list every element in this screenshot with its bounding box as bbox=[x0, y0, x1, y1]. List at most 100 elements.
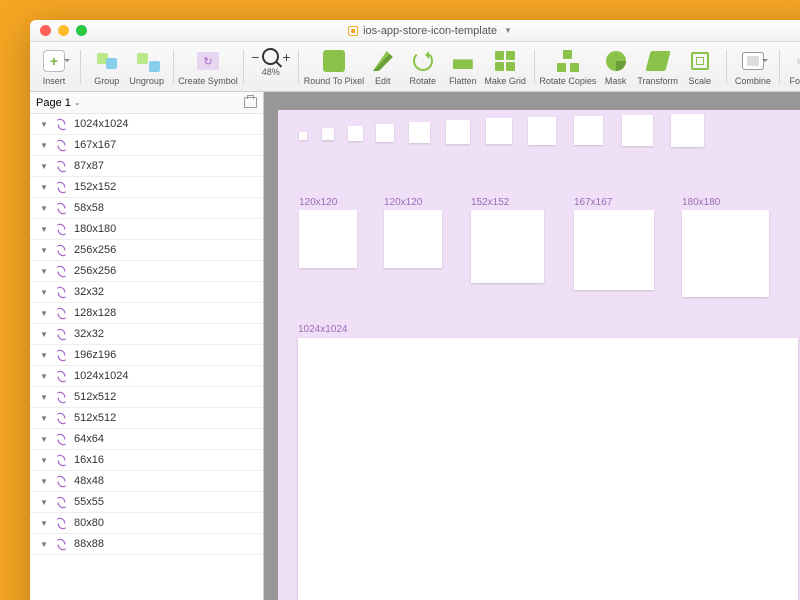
disclosure-triangle-icon[interactable]: ▼ bbox=[40, 120, 48, 129]
disclosure-triangle-icon[interactable]: ▼ bbox=[40, 351, 48, 360]
layer-row[interactable]: ▼ 16x16 bbox=[30, 450, 263, 471]
rotate-button[interactable]: Rotate bbox=[405, 46, 441, 88]
disclosure-triangle-icon[interactable]: ▼ bbox=[40, 288, 48, 297]
artboard-label[interactable]: 120x120 bbox=[384, 197, 422, 208]
transform-button[interactable]: Transform bbox=[638, 46, 678, 88]
artboard-thumb[interactable] bbox=[299, 210, 357, 268]
group-button[interactable]: Group bbox=[89, 46, 125, 88]
artboard-label[interactable]: 180x180 bbox=[682, 197, 720, 208]
layer-row[interactable]: ▼55x55 bbox=[30, 492, 263, 513]
artboard-thumb[interactable] bbox=[348, 126, 363, 141]
artboard-thumb[interactable] bbox=[622, 115, 653, 146]
forward-button[interactable]: Forward bbox=[788, 46, 800, 88]
artboard-thumb[interactable] bbox=[384, 210, 442, 268]
layer-row[interactable]: ▼128x128 bbox=[30, 303, 263, 324]
layer-row[interactable]: ▼32x32 bbox=[30, 282, 263, 303]
artboard-thumb[interactable] bbox=[471, 210, 544, 283]
artboard-label[interactable]: 152x152 bbox=[471, 197, 509, 208]
disclosure-triangle-icon[interactable]: ▼ bbox=[40, 225, 48, 234]
disclosure-triangle-icon[interactable]: ▼ bbox=[40, 393, 48, 402]
titlebar[interactable]: ios-app-store-icon-template ▼ bbox=[30, 20, 800, 42]
artboard-label[interactable]: 1024x1024 bbox=[298, 324, 348, 335]
ungroup-button[interactable]: Ungroup bbox=[129, 46, 165, 88]
artboard-thumb[interactable] bbox=[528, 117, 556, 145]
disclosure-triangle-icon[interactable]: ▼ bbox=[40, 372, 48, 381]
artboard-thumb[interactable] bbox=[322, 128, 334, 140]
round-to-pixel-button[interactable]: Round To Pixel bbox=[307, 46, 361, 88]
layer-row[interactable]: ▼167x167 bbox=[30, 135, 263, 156]
artboard-thumb[interactable] bbox=[486, 118, 512, 144]
flatten-button[interactable]: Flatten bbox=[445, 46, 481, 88]
disclosure-triangle-icon[interactable]: ▼ bbox=[40, 141, 48, 150]
disclosure-triangle-icon[interactable]: ▼ bbox=[40, 540, 48, 549]
symbol-instance-icon bbox=[54, 474, 68, 488]
scale-button[interactable]: Scale bbox=[682, 46, 718, 88]
layer-row[interactable]: ▼ 1024x1024 bbox=[30, 366, 263, 387]
rotate-copies-button[interactable]: Rotate Copies bbox=[542, 46, 593, 88]
artboard-thumb[interactable] bbox=[409, 122, 430, 143]
artboard-thumb[interactable] bbox=[446, 120, 470, 144]
close-icon[interactable] bbox=[40, 25, 51, 36]
zoom-in-button[interactable]: + bbox=[282, 49, 290, 65]
layer-row[interactable]: ▼32x32 bbox=[30, 324, 263, 345]
create-symbol-button[interactable]: ↻ Create Symbol bbox=[181, 46, 234, 88]
zoom-out-button[interactable]: − bbox=[251, 49, 259, 65]
page-selector[interactable]: Page 1 ⌄ bbox=[30, 92, 263, 114]
disclosure-triangle-icon[interactable]: ▼ bbox=[40, 309, 48, 318]
disclosure-triangle-icon[interactable]: ▼ bbox=[40, 414, 48, 423]
insert-button[interactable]: + Insert bbox=[36, 46, 72, 88]
layer-row[interactable]: ▼512x512 bbox=[30, 387, 263, 408]
artboard-thumb[interactable] bbox=[682, 210, 769, 297]
artboard-thumb[interactable] bbox=[376, 124, 394, 142]
page-list-icon[interactable] bbox=[244, 97, 257, 108]
symbol-instance-icon bbox=[54, 138, 68, 152]
minimize-icon[interactable] bbox=[58, 25, 69, 36]
layer-row[interactable]: ▼64x64 bbox=[30, 429, 263, 450]
edit-button[interactable]: Edit bbox=[365, 46, 401, 88]
layer-row[interactable]: ▼152x152 bbox=[30, 177, 263, 198]
document-title[interactable]: ios-app-store-icon-template ▼ bbox=[348, 25, 512, 37]
artboard-label[interactable]: 120x120 bbox=[299, 197, 337, 208]
layer-row[interactable]: ▼256x256 bbox=[30, 240, 263, 261]
layer-row[interactable]: ▼180x180 bbox=[30, 219, 263, 240]
zoom-icon[interactable] bbox=[76, 25, 87, 36]
layer-row[interactable]: ▼1024x1024 bbox=[30, 114, 263, 135]
disclosure-triangle-icon[interactable]: ▼ bbox=[40, 246, 48, 255]
layer-row[interactable]: ▼256x256 bbox=[30, 261, 263, 282]
symbol-instance-icon bbox=[54, 432, 68, 446]
zoom-control[interactable]: − + 48% bbox=[251, 46, 290, 79]
make-grid-button[interactable]: Make Grid bbox=[485, 46, 526, 88]
combine-button[interactable]: Combine bbox=[734, 46, 771, 88]
disclosure-triangle-icon[interactable]: ▼ bbox=[40, 330, 48, 339]
artboard-label[interactable]: 167x167 bbox=[574, 197, 612, 208]
disclosure-triangle-icon[interactable]: ▼ bbox=[40, 267, 48, 276]
layer-row[interactable]: ▼80x80 bbox=[30, 513, 263, 534]
plus-icon: + bbox=[43, 50, 65, 72]
artboard-thumb[interactable] bbox=[299, 132, 307, 140]
artboard-1024[interactable] bbox=[298, 338, 798, 600]
layer-list[interactable]: ▼1024x1024▼167x167▼87x87▼152x152▼58x58▼1… bbox=[30, 114, 263, 600]
artboard-thumb[interactable] bbox=[574, 210, 654, 290]
layer-row[interactable]: ▼196z196 bbox=[30, 345, 263, 366]
artboard-thumb[interactable] bbox=[671, 114, 704, 147]
artboard-thumb[interactable] bbox=[574, 116, 603, 145]
layer-row[interactable]: ▼58x58 bbox=[30, 198, 263, 219]
disclosure-triangle-icon[interactable]: ▼ bbox=[40, 477, 48, 486]
layer-row[interactable]: ▼87x87 bbox=[30, 156, 263, 177]
disclosure-triangle-icon[interactable]: ▼ bbox=[40, 183, 48, 192]
disclosure-triangle-icon[interactable]: ▼ bbox=[40, 204, 48, 213]
layer-row[interactable]: ▼48x48 bbox=[30, 471, 263, 492]
layer-row[interactable]: ▼88x88 bbox=[30, 534, 263, 555]
ungroup-icon bbox=[137, 53, 157, 69]
disclosure-triangle-icon[interactable]: ▼ bbox=[40, 456, 48, 465]
disclosure-triangle-icon[interactable]: ▼ bbox=[40, 519, 48, 528]
disclosure-triangle-icon[interactable]: ▼ bbox=[40, 162, 48, 171]
layer-row[interactable]: ▼ 512x512 bbox=[30, 408, 263, 429]
mask-button[interactable]: Mask bbox=[598, 46, 634, 88]
layer-name: 1024x1024 bbox=[74, 370, 128, 382]
disclosure-triangle-icon[interactable]: ▼ bbox=[40, 498, 48, 507]
layer-name: 512x512 bbox=[74, 412, 116, 424]
disclosure-triangle-icon[interactable]: ▼ bbox=[40, 435, 48, 444]
canvas[interactable]: 120x120 120x120 152x152 167x167 180x180 1024… bbox=[264, 92, 800, 600]
layer-name: 16x16 bbox=[74, 454, 104, 466]
